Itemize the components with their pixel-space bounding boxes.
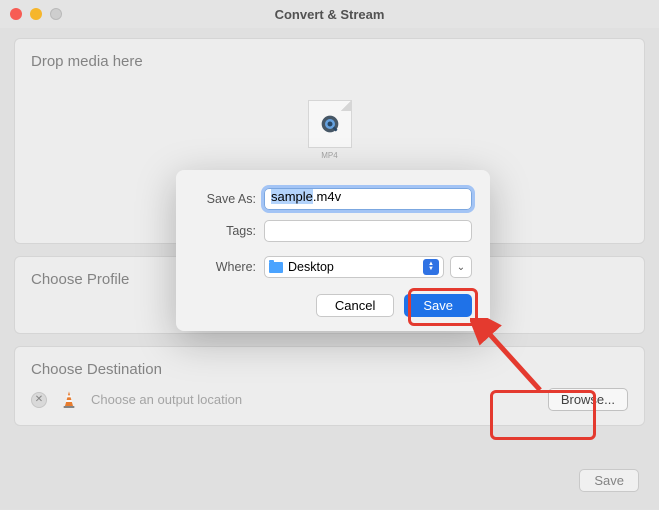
where-row: Where: Desktop ▲▼ ⌄ <box>194 256 472 278</box>
save-button[interactable]: Save <box>404 294 472 317</box>
filename-ext: .m4v <box>313 189 341 204</box>
cancel-button[interactable]: Cancel <box>316 294 394 317</box>
where-label: Where: <box>194 260 256 274</box>
where-select[interactable]: Desktop ▲▼ <box>264 256 444 278</box>
save-dialog: Save As: sample.m4v Tags: Where: Desktop… <box>176 170 490 331</box>
tags-label: Tags: <box>194 224 256 238</box>
filename-selection: sample <box>271 189 313 204</box>
chevron-down-icon: ⌄ <box>457 262 465 273</box>
save-as-input[interactable]: sample.m4v <box>264 188 472 210</box>
where-value: Desktop <box>288 260 334 274</box>
tags-input[interactable] <box>264 220 472 242</box>
save-as-row: Save As: sample.m4v <box>194 188 472 210</box>
expand-dialog-button[interactable]: ⌄ <box>450 256 472 278</box>
dialog-buttons: Cancel Save <box>194 294 472 317</box>
folder-icon <box>269 262 283 273</box>
updown-icon: ▲▼ <box>423 259 439 275</box>
tags-row: Tags: <box>194 220 472 242</box>
save-as-label: Save As: <box>194 192 256 206</box>
